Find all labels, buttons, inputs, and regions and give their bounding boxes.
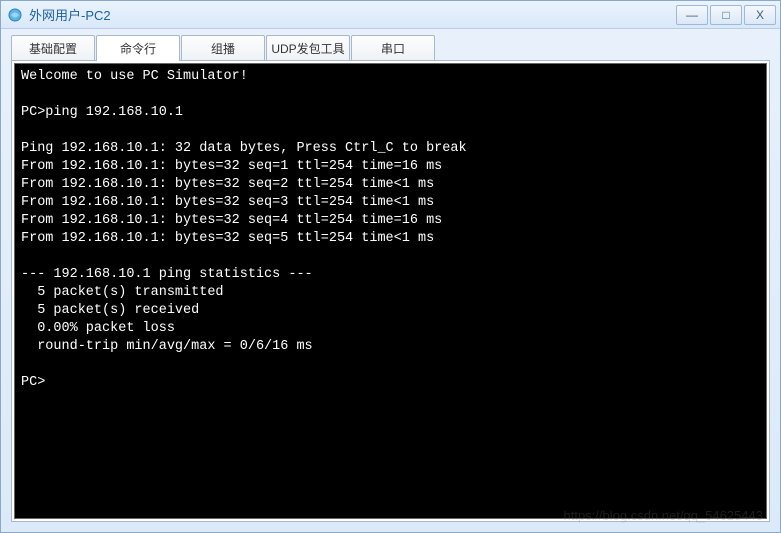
minimize-button[interactable]: — (676, 5, 708, 25)
titlebar[interactable]: 外网用户-PC2 — □ X (1, 1, 780, 29)
tab-serial[interactable]: 串口 (351, 35, 435, 61)
tab-basic-config[interactable]: 基础配置 (11, 35, 95, 61)
terminal[interactable]: Welcome to use PC Simulator! PC>ping 192… (14, 63, 767, 519)
app-icon (7, 7, 23, 23)
tab-command-line[interactable]: 命令行 (96, 35, 180, 61)
tab-udp-tool[interactable]: UDP发包工具 (266, 35, 350, 61)
window-title: 外网用户-PC2 (29, 5, 674, 24)
close-button[interactable]: X (744, 5, 776, 25)
terminal-container: Welcome to use PC Simulator! PC>ping 192… (11, 60, 770, 522)
maximize-button[interactable]: □ (710, 5, 742, 25)
window-controls: — □ X (674, 5, 776, 25)
tabs: 基础配置 命令行 组播 UDP发包工具 串口 (11, 35, 770, 61)
tab-multicast[interactable]: 组播 (181, 35, 265, 61)
app-window: 外网用户-PC2 — □ X 基础配置 命令行 组播 UDP发包工具 串口 We… (0, 0, 781, 533)
content-area: 基础配置 命令行 组播 UDP发包工具 串口 Welcome to use PC… (1, 29, 780, 532)
